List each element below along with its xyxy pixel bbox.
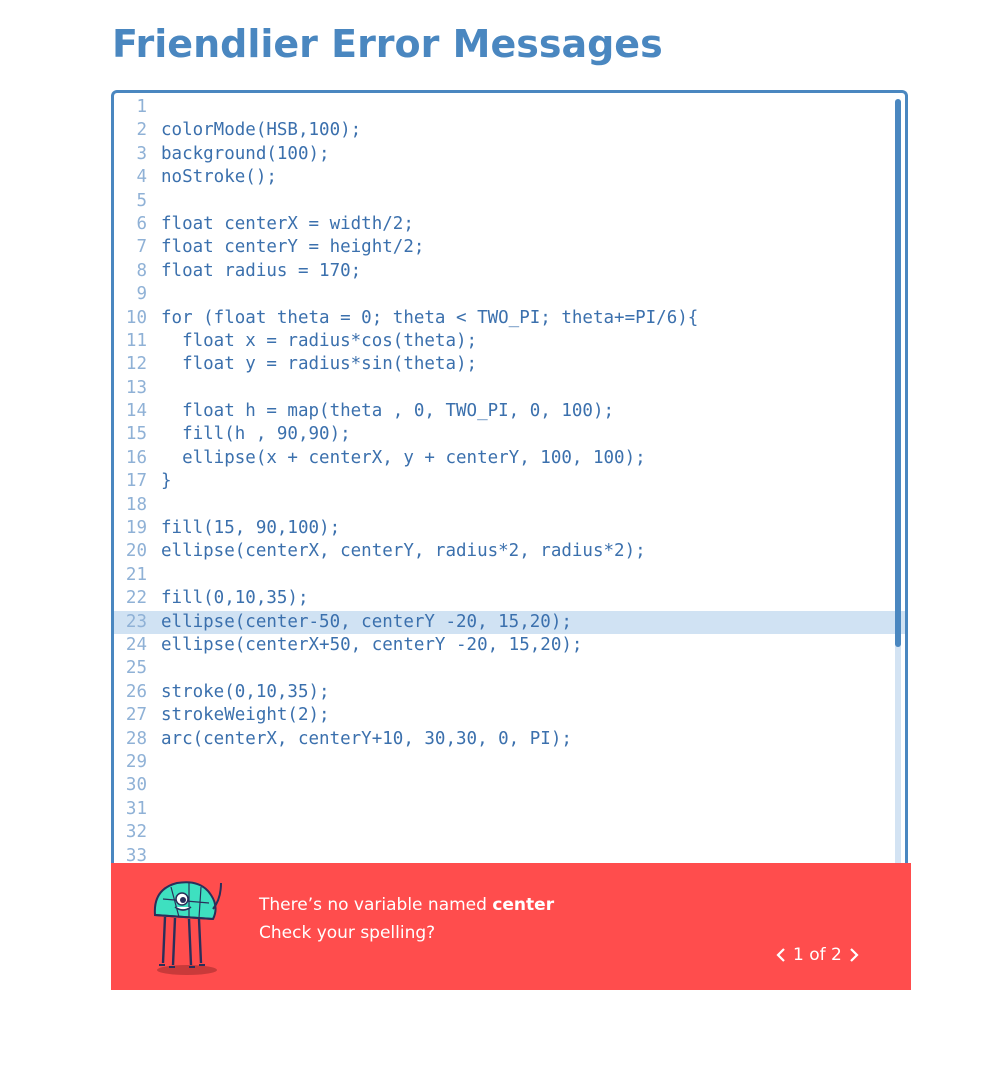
- line-number: 29: [125, 751, 147, 772]
- line-number: 27: [125, 705, 147, 726]
- line-text[interactable]: float centerY = height/2;: [161, 236, 424, 259]
- line-text[interactable]: for (float theta = 0; theta < TWO_PI; th…: [161, 307, 698, 330]
- line-number: 22: [125, 588, 147, 609]
- code-line[interactable]: 29: [114, 751, 905, 774]
- line-text[interactable]: fill(0,10,35);: [161, 587, 309, 610]
- line-text[interactable]: arc(centerX, centerY+10, 30,30, 0, PI);: [161, 728, 572, 751]
- code-line[interactable]: 13: [114, 377, 905, 400]
- line-number: 28: [125, 728, 147, 749]
- error-pager: 1 of 2: [773, 943, 862, 967]
- code-line[interactable]: 25: [114, 657, 905, 680]
- code-line[interactable]: 4 noStroke();: [114, 166, 905, 189]
- error-page-count: 1 of 2: [793, 945, 842, 965]
- line-text[interactable]: strokeWeight(2);: [161, 704, 330, 727]
- line-text[interactable]: stroke(0,10,35);: [161, 681, 330, 704]
- line-number: 26: [125, 681, 147, 702]
- code-line[interactable]: 16 ellipse(x + centerX, y + centerY, 100…: [114, 447, 905, 470]
- code-line[interactable]: 9: [114, 283, 905, 306]
- code-line[interactable]: 1: [114, 96, 905, 119]
- code-line[interactable]: 21: [114, 564, 905, 587]
- code-line[interactable]: 32: [114, 821, 905, 844]
- line-text[interactable]: float y = radius*sin(theta);: [161, 353, 477, 376]
- error-message: There’s no variable named center: [259, 895, 554, 915]
- line-text[interactable]: ellipse(x + centerX, y + centerY, 100, 1…: [161, 447, 646, 470]
- line-number: 16: [125, 447, 147, 468]
- line-text[interactable]: float x = radius*cos(theta);: [161, 330, 477, 353]
- line-text[interactable]: float radius = 170;: [161, 260, 361, 283]
- line-number: 21: [125, 564, 147, 585]
- line-number: 14: [125, 401, 147, 422]
- code-line[interactable]: 14 float h = map(theta , 0, TWO_PI, 0, 1…: [114, 400, 905, 423]
- code-line[interactable]: 20 ellipse(centerX, centerY, radius*2, ra…: [114, 540, 905, 563]
- line-number: 9: [136, 284, 147, 305]
- line-number: 6: [136, 213, 147, 234]
- line-number: 5: [136, 190, 147, 211]
- line-number: 18: [125, 494, 147, 515]
- code-line[interactable]: 27 strokeWeight(2);: [114, 704, 905, 727]
- line-number: 15: [125, 424, 147, 445]
- code-line[interactable]: 8 float radius = 170;: [114, 260, 905, 283]
- error-hint: Check your spelling?: [259, 923, 436, 943]
- line-number: 13: [125, 377, 147, 398]
- line-text[interactable]: fill(h , 90,90);: [161, 423, 351, 446]
- code-line[interactable]: 23 ellipse(center-50, centerY -20, 15,20)…: [114, 610, 905, 634]
- code-line[interactable]: 2 colorMode(HSB,100);: [114, 119, 905, 142]
- chevron-right-icon[interactable]: [846, 945, 862, 965]
- code-line[interactable]: 12 float y = radius*sin(theta);: [114, 353, 905, 376]
- code-lines[interactable]: 1 2 colorMode(HSB,100); 3 background(100); 4 n…: [114, 96, 905, 868]
- code-line[interactable]: 17}: [114, 470, 905, 493]
- code-line[interactable]: 5: [114, 190, 905, 213]
- line-number: 10: [125, 307, 147, 328]
- line-text[interactable]: }: [161, 470, 172, 493]
- line-text[interactable]: colorMode(HSB,100);: [161, 119, 361, 142]
- code-line[interactable]: 3 background(100);: [114, 143, 905, 166]
- line-number: 17: [125, 471, 147, 492]
- line-text[interactable]: fill(15, 90,100);: [161, 517, 340, 540]
- mascot-icon: [153, 881, 222, 975]
- code-line[interactable]: 6 float centerX = width/2;: [114, 213, 905, 236]
- line-number: 8: [136, 260, 147, 281]
- line-number: 12: [125, 354, 147, 375]
- line-text[interactable]: float centerX = width/2;: [161, 213, 414, 236]
- line-text[interactable]: float h = map(theta , 0, TWO_PI, 0, 100)…: [161, 400, 614, 423]
- line-text[interactable]: ellipse(centerX+50, centerY -20, 15,20);: [161, 634, 582, 657]
- error-variable-name: center: [492, 895, 555, 915]
- code-line[interactable]: 24 ellipse(centerX+50, centerY -20, 15,20…: [114, 634, 905, 657]
- line-number: 23: [125, 611, 147, 632]
- line-number: 7: [136, 237, 147, 258]
- code-line[interactable]: 28 arc(centerX, centerY+10, 30,30, 0, PI)…: [114, 728, 905, 751]
- code-editor[interactable]: 1 2 colorMode(HSB,100); 3 background(100); 4 n…: [111, 90, 908, 990]
- error-message-text: There’s no variable named: [259, 895, 493, 915]
- code-line[interactable]: 11 float x = radius*cos(theta);: [114, 330, 905, 353]
- line-number: 30: [125, 775, 147, 796]
- line-number: 3: [136, 143, 147, 164]
- line-text[interactable]: background(100);: [161, 143, 330, 166]
- error-panel: There’s no variable named center Check y…: [111, 863, 911, 990]
- line-number: 20: [125, 541, 147, 562]
- code-line[interactable]: 26 stroke(0,10,35);: [114, 681, 905, 704]
- line-number: 1: [136, 97, 147, 117]
- code-line[interactable]: 10 for (float theta = 0; theta < TWO_PI; …: [114, 307, 905, 330]
- line-text[interactable]: ellipse(center-50, centerY -20, 15,20);: [161, 611, 572, 634]
- line-text[interactable]: noStroke();: [161, 166, 277, 189]
- line-number: 4: [136, 167, 147, 188]
- code-line[interactable]: 19 fill(15, 90,100);: [114, 517, 905, 540]
- scrollbar-thumb[interactable]: [895, 99, 901, 647]
- line-number: 25: [125, 658, 147, 679]
- code-line[interactable]: 30: [114, 774, 905, 797]
- line-number: 19: [125, 518, 147, 539]
- chevron-left-icon[interactable]: [773, 945, 789, 965]
- code-line[interactable]: 31: [114, 798, 905, 821]
- code-line[interactable]: 22 fill(0,10,35);: [114, 587, 905, 610]
- line-text[interactable]: ellipse(centerX, centerY, radius*2, radi…: [161, 540, 646, 563]
- code-line[interactable]: 7 float centerY = height/2;: [114, 236, 905, 259]
- page-title: Friendlier Error Messages: [112, 22, 663, 66]
- code-line[interactable]: 18: [114, 494, 905, 517]
- line-number: 32: [125, 822, 147, 843]
- line-number: 11: [125, 330, 147, 351]
- line-number: 24: [125, 634, 147, 655]
- line-number: 2: [136, 120, 147, 141]
- code-line[interactable]: 15 fill(h , 90,90);: [114, 423, 905, 446]
- line-number: 31: [125, 798, 147, 819]
